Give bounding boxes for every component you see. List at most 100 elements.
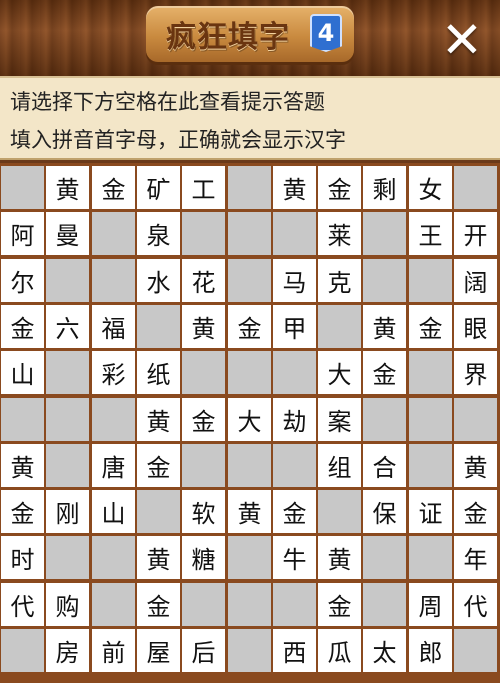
grid-cell-empty[interactable] [137, 490, 180, 533]
grid-cell-filled[interactable]: 彩 [92, 351, 135, 394]
grid-cell-filled[interactable]: 女 [409, 166, 452, 209]
grid-cell-filled[interactable]: 太 [363, 629, 406, 672]
grid-cell-empty[interactable] [409, 536, 452, 579]
grid-cell-filled[interactable]: 软 [182, 490, 225, 533]
grid-cell-filled[interactable]: 金 [137, 583, 180, 626]
grid-cell-empty[interactable] [454, 166, 497, 209]
grid-cell-empty[interactable] [228, 212, 271, 255]
grid-cell-empty[interactable] [137, 305, 180, 348]
grid-cell-empty[interactable] [363, 536, 406, 579]
grid-cell-filled[interactable]: 矿 [137, 166, 180, 209]
grid-cell-filled[interactable]: 大 [318, 351, 361, 394]
grid-cell-filled[interactable]: 黄 [454, 444, 497, 487]
grid-cell-empty[interactable] [409, 444, 452, 487]
grid-cell-filled[interactable]: 克 [318, 259, 361, 302]
grid-cell-filled[interactable]: 黄 [318, 536, 361, 579]
grid-cell-filled[interactable]: 保 [363, 490, 406, 533]
grid-cell-filled[interactable]: 开 [454, 212, 497, 255]
grid-cell-empty[interactable] [318, 305, 361, 348]
grid-cell-filled[interactable]: 唐 [92, 444, 135, 487]
grid-cell-empty[interactable] [92, 212, 135, 255]
grid-cell-empty[interactable] [46, 259, 89, 302]
grid-cell-empty[interactable] [273, 444, 316, 487]
grid-cell-filled[interactable]: 牛 [273, 536, 316, 579]
grid-cell-filled[interactable]: 组 [318, 444, 361, 487]
grid-cell-empty[interactable] [318, 490, 361, 533]
grid-cell-filled[interactable]: 王 [409, 212, 452, 255]
grid-cell-filled[interactable]: 金 [137, 444, 180, 487]
grid-cell-empty[interactable] [182, 583, 225, 626]
grid-cell-filled[interactable]: 黄 [363, 305, 406, 348]
grid-cell-filled[interactable]: 黄 [182, 305, 225, 348]
grid-cell-filled[interactable]: 六 [46, 305, 89, 348]
grid-cell-empty[interactable] [409, 351, 452, 394]
grid-cell-empty[interactable] [363, 212, 406, 255]
grid-cell-filled[interactable]: 屋 [137, 629, 180, 672]
grid-cell-empty[interactable] [228, 259, 271, 302]
grid-cell-filled[interactable]: 水 [137, 259, 180, 302]
grid-cell-filled[interactable]: 金 [409, 305, 452, 348]
grid-cell-filled[interactable]: 黄 [137, 398, 180, 441]
grid-cell-filled[interactable]: 眼 [454, 305, 497, 348]
grid-cell-empty[interactable] [228, 536, 271, 579]
grid-cell-filled[interactable]: 黄 [1, 444, 44, 487]
grid-cell-filled[interactable]: 代 [1, 583, 44, 626]
grid-cell-empty[interactable] [46, 351, 89, 394]
grid-cell-filled[interactable]: 马 [273, 259, 316, 302]
grid-cell-empty[interactable] [454, 629, 497, 672]
grid-cell-filled[interactable]: 后 [182, 629, 225, 672]
grid-cell-filled[interactable]: 金 [454, 490, 497, 533]
grid-cell-empty[interactable] [409, 398, 452, 441]
grid-cell-filled[interactable]: 莱 [318, 212, 361, 255]
grid-cell-empty[interactable] [182, 444, 225, 487]
grid-cell-filled[interactable]: 刚 [46, 490, 89, 533]
grid-cell-filled[interactable]: 金 [182, 398, 225, 441]
grid-cell-filled[interactable]: 金 [1, 490, 44, 533]
grid-cell-filled[interactable]: 金 [1, 305, 44, 348]
grid-cell-empty[interactable] [92, 259, 135, 302]
grid-cell-filled[interactable]: 曼 [46, 212, 89, 255]
grid-cell-empty[interactable] [273, 212, 316, 255]
grid-cell-filled[interactable]: 泉 [137, 212, 180, 255]
grid-cell-empty[interactable] [228, 583, 271, 626]
grid-cell-filled[interactable]: 西 [273, 629, 316, 672]
grid-cell-filled[interactable]: 工 [182, 166, 225, 209]
close-button[interactable]: ✕ [436, 14, 488, 66]
grid-cell-filled[interactable]: 阿 [1, 212, 44, 255]
grid-cell-filled[interactable]: 花 [182, 259, 225, 302]
grid-cell-filled[interactable]: 金 [318, 166, 361, 209]
grid-cell-empty[interactable] [92, 398, 135, 441]
grid-cell-filled[interactable]: 纸 [137, 351, 180, 394]
grid-cell-filled[interactable]: 大 [228, 398, 271, 441]
grid-cell-empty[interactable] [273, 583, 316, 626]
grid-cell-filled[interactable]: 界 [454, 351, 497, 394]
grid-cell-empty[interactable] [182, 351, 225, 394]
grid-cell-empty[interactable] [363, 398, 406, 441]
grid-cell-filled[interactable]: 金 [273, 490, 316, 533]
grid-cell-empty[interactable] [1, 398, 44, 441]
grid-cell-empty[interactable] [228, 166, 271, 209]
grid-cell-filled[interactable]: 房 [46, 629, 89, 672]
grid-cell-empty[interactable] [363, 259, 406, 302]
grid-cell-filled[interactable]: 山 [92, 490, 135, 533]
grid-cell-empty[interactable] [454, 398, 497, 441]
grid-cell-filled[interactable]: 黄 [228, 490, 271, 533]
grid-cell-filled[interactable]: 时 [1, 536, 44, 579]
grid-cell-empty[interactable] [273, 351, 316, 394]
grid-cell-filled[interactable]: 前 [92, 629, 135, 672]
grid-cell-filled[interactable]: 劫 [273, 398, 316, 441]
grid-cell-filled[interactable]: 案 [318, 398, 361, 441]
grid-cell-filled[interactable]: 黄 [137, 536, 180, 579]
grid-cell-empty[interactable] [46, 444, 89, 487]
grid-cell-filled[interactable]: 购 [46, 583, 89, 626]
grid-cell-filled[interactable]: 金 [92, 166, 135, 209]
grid-cell-empty[interactable] [228, 629, 271, 672]
grid-cell-empty[interactable] [46, 536, 89, 579]
grid-cell-empty[interactable] [228, 351, 271, 394]
grid-cell-filled[interactable]: 合 [363, 444, 406, 487]
grid-cell-filled[interactable]: 福 [92, 305, 135, 348]
grid-cell-empty[interactable] [228, 444, 271, 487]
grid-cell-empty[interactable] [1, 166, 44, 209]
grid-cell-empty[interactable] [363, 583, 406, 626]
grid-cell-filled[interactable]: 山 [1, 351, 44, 394]
